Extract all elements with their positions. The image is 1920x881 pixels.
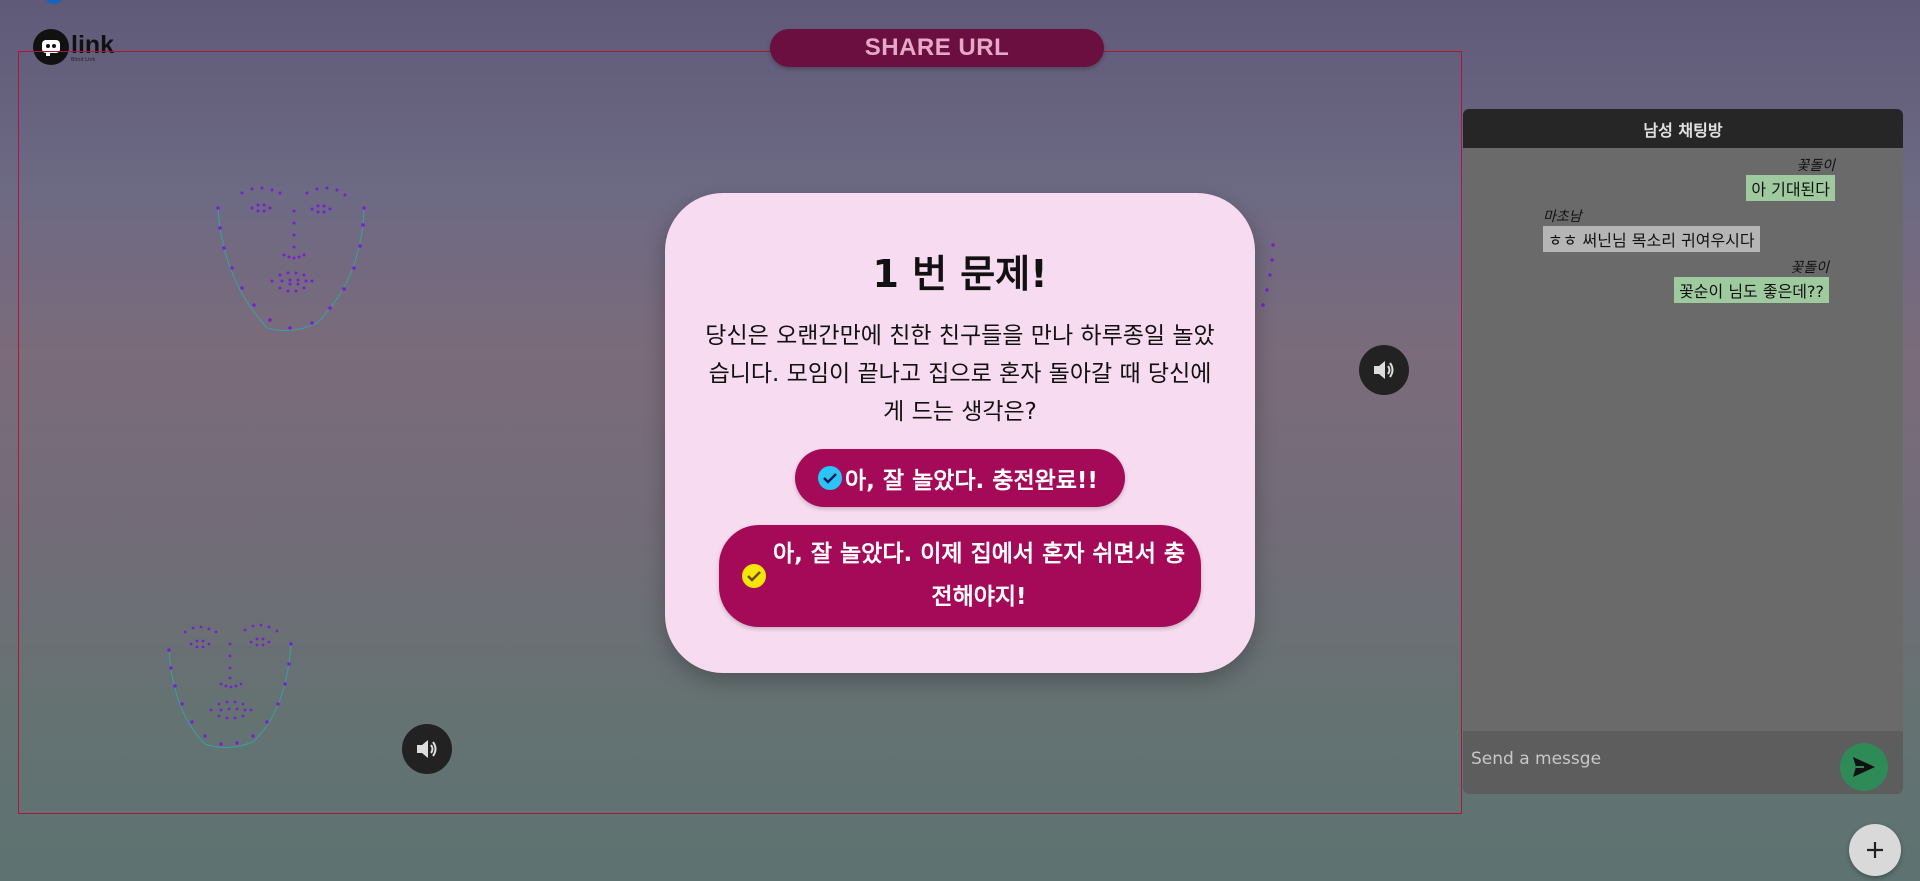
speaker-button-right[interactable] (1359, 345, 1409, 395)
answer-option-1[interactable]: 아, 잘 놀았다. 충전완료!! (795, 449, 1125, 507)
chat-panel: 남성 채팅방 꽃돌이 아 기대된다 마초남 ㅎㅎ 써닌님 목소리 귀여우시다 꽃… (1463, 109, 1903, 794)
send-button[interactable] (1840, 743, 1888, 791)
answer-option-1-label: 아, 잘 놀았다. 충전완료!! (845, 468, 1098, 494)
chat-bubble: ㅎㅎ 써닌님 목소리 귀여우시다 (1543, 226, 1760, 252)
add-button[interactable] (1849, 824, 1901, 876)
chat-title: 남성 채팅방 (1463, 109, 1903, 148)
chat-message: 꽃돌이 꽃순이 님도 좋은데?? (1674, 257, 1829, 303)
chat-message-input[interactable]: Send a messge (1471, 749, 1601, 769)
chat-sender: 꽃돌이 (1796, 158, 1835, 174)
speaker-button-left[interactable] (402, 724, 452, 774)
volume-icon (417, 740, 437, 758)
share-url-button[interactable]: SHARE URL (770, 29, 1104, 67)
chat-sender: 꽃돌이 (1790, 260, 1829, 276)
volume-icon (1374, 361, 1394, 379)
check-circle-icon (742, 564, 766, 588)
chat-input-bar: Send a messge (1463, 731, 1903, 794)
question-body: 당신은 오랜간만에 친한 친구들을 만나 하루종일 놀았습니다. 모임이 끝나고… (705, 323, 1215, 425)
face-landmarks-1 (216, 186, 366, 332)
answer-option-2-label: 아, 잘 놀았다. 이제 집에서 혼자 쉬면서 충전해야지! (772, 541, 1186, 610)
face-landmarks-3 (1261, 243, 1275, 307)
chat-bubble: 아 기대된다 (1746, 175, 1835, 201)
face-landmarks-2 (167, 623, 293, 748)
chat-message: 꽃돌이 아 기대된다 (1746, 155, 1835, 201)
check-circle-icon (818, 466, 842, 490)
top-indicator-dot (46, 0, 62, 4)
answer-option-2[interactable]: 아, 잘 놀았다. 이제 집에서 혼자 쉬면서 충전해야지! (719, 525, 1201, 627)
question-title: 1 번 문제! (872, 252, 1048, 296)
send-icon (1853, 757, 1875, 777)
chat-sender: 마초남 (1543, 209, 1582, 225)
chat-bubble: 꽃순이 님도 좋은데?? (1674, 277, 1829, 303)
chat-message: 마초남 ㅎㅎ 써닌님 목소리 귀여우시다 (1543, 206, 1760, 252)
plus-icon (1867, 842, 1883, 858)
question-modal: 1 번 문제! 당신은 오랜간만에 친한 친구들을 만나 하루종일 놀았습니다.… (665, 193, 1255, 673)
